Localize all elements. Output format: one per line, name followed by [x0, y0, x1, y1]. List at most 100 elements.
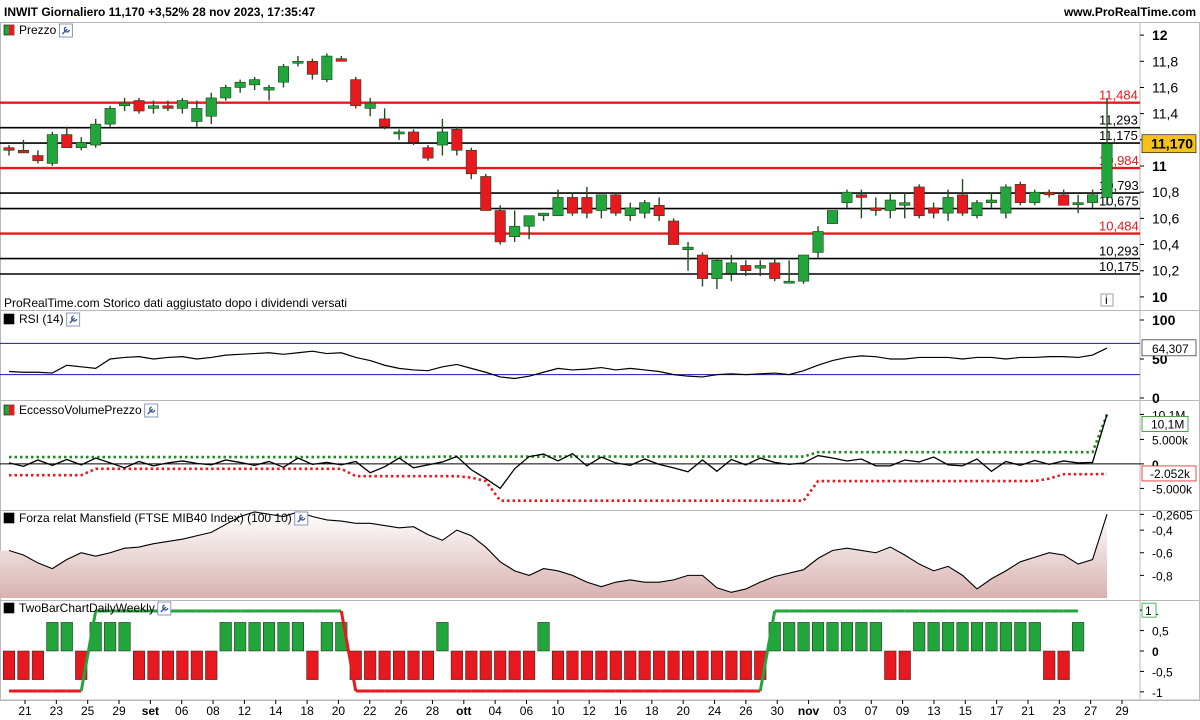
twobar-bar	[970, 622, 984, 652]
twobar-bar	[898, 650, 911, 680]
wrench-icon[interactable]	[58, 23, 73, 38]
panel-color-icon-a	[3, 512, 15, 524]
twobar-bar	[118, 622, 131, 652]
x-tick-label: 21	[18, 704, 32, 718]
twobar-bar	[595, 650, 608, 680]
price-candle	[783, 260, 795, 284]
twobar-bar	[132, 650, 146, 680]
twobar-bar	[494, 650, 507, 680]
x-tick-label: 22	[363, 704, 377, 718]
last-price-value: 11,170	[1151, 136, 1193, 152]
candle-body	[75, 142, 87, 148]
price-level-label: 11,484	[1099, 88, 1138, 103]
panel-color-icon	[3, 602, 15, 614]
candle-body	[783, 280, 795, 284]
wrench-icon[interactable]	[294, 511, 309, 526]
candle-body	[162, 105, 174, 109]
panel-color-icon-b	[9, 405, 14, 415]
wrench-icon[interactable]	[157, 601, 172, 616]
candle-body	[119, 102, 131, 107]
twobar-bar	[479, 650, 492, 680]
candle-body	[566, 197, 578, 214]
site-link[interactable]: www.ProRealTime.com	[1063, 5, 1196, 19]
price-candle	[870, 197, 882, 216]
price-candle	[985, 192, 997, 208]
candle-body	[90, 123, 102, 146]
candle-body	[538, 212, 550, 217]
evp-last-badge-down: -2.052k	[1141, 465, 1197, 482]
candle-body	[61, 134, 73, 148]
price-candle	[942, 189, 954, 221]
panel-frame-rsi	[0, 310, 1200, 401]
wrench-icon[interactable]	[144, 403, 159, 418]
info-icon[interactable]: i	[1100, 293, 1114, 307]
twobar-bar	[393, 650, 406, 680]
candle-body	[17, 149, 29, 154]
x-tick-label: 26	[739, 704, 753, 718]
price-y-tick-label: 11	[1152, 158, 1167, 174]
twobar-bar	[710, 650, 723, 680]
candle-body	[494, 210, 506, 243]
evp-y-tick-label: -5.000k	[1152, 482, 1193, 496]
twobar-y-tick-label: -1	[1152, 686, 1163, 700]
x-tick-label: 24	[708, 704, 722, 718]
candle-body	[740, 265, 752, 272]
price-candle	[205, 92, 217, 125]
twobar-bar	[783, 622, 796, 652]
price-y-tick-label: 10,4	[1152, 237, 1179, 253]
twobar-bar	[407, 650, 420, 680]
twobar-bar	[609, 650, 622, 680]
mansfield-y-tick-label: -0,8	[1152, 569, 1173, 583]
price-candle	[798, 254, 810, 284]
twobar-last-badge: 1	[1141, 602, 1157, 618]
price-y-tick-label: 10,6	[1152, 210, 1179, 226]
candle-body	[3, 147, 15, 151]
twobar-bar	[580, 650, 593, 680]
x-tick-label: 23	[1053, 704, 1067, 718]
candle-body	[552, 197, 564, 217]
candle-body	[32, 155, 44, 162]
stock-chart[interactable]: INWIT Giornaliero 11,170 +3,52% 28 nov 2…	[0, 0, 1200, 720]
twobar-bar	[378, 650, 391, 680]
wrench-icon[interactable]	[66, 312, 81, 327]
candle-body	[624, 207, 636, 217]
candle-body	[682, 246, 694, 251]
x-tick-label: 26	[394, 704, 408, 718]
twobar-bar	[869, 622, 882, 652]
candle-body	[191, 108, 203, 122]
twobar-bar	[523, 650, 536, 680]
x-tick-label: 29	[112, 704, 126, 718]
twobar-y-tick-label: 0	[1152, 645, 1159, 659]
candle-body	[884, 199, 896, 211]
twobar-bar	[147, 650, 160, 680]
price-candle	[928, 202, 940, 219]
x-tick-label: 09	[896, 704, 910, 718]
price-candle	[581, 186, 593, 219]
price-candle	[191, 100, 203, 127]
rsi-y-tick-label: 100	[1152, 312, 1176, 328]
twobar-bar	[277, 622, 290, 652]
x-tick-label: 06	[175, 704, 189, 718]
candle-body	[451, 129, 463, 151]
panel-color-icon-b	[9, 25, 14, 35]
price-candle	[841, 189, 853, 208]
twobar-bar	[812, 622, 825, 652]
price-candle	[769, 257, 781, 282]
candle-body	[176, 100, 188, 109]
candle-body	[509, 225, 521, 237]
price-y-tick-label: 11,4	[1152, 106, 1178, 122]
candle-body	[523, 215, 535, 227]
x-tick-label: 03	[833, 704, 847, 718]
price-candle	[509, 210, 521, 242]
price-candle	[75, 137, 87, 151]
twobar-bar	[234, 622, 247, 652]
candle-body	[1101, 143, 1113, 198]
evp-last-up-value: 10,1M	[1151, 417, 1184, 431]
x-tick-label: 25	[81, 704, 95, 718]
price-candle	[263, 84, 275, 101]
candle-body	[668, 220, 680, 245]
panel-header-price: Prezzo	[3, 23, 57, 37]
candle-body	[870, 207, 882, 211]
panel-color-icon	[3, 313, 15, 325]
x-tick-label: 27	[1084, 704, 1098, 718]
